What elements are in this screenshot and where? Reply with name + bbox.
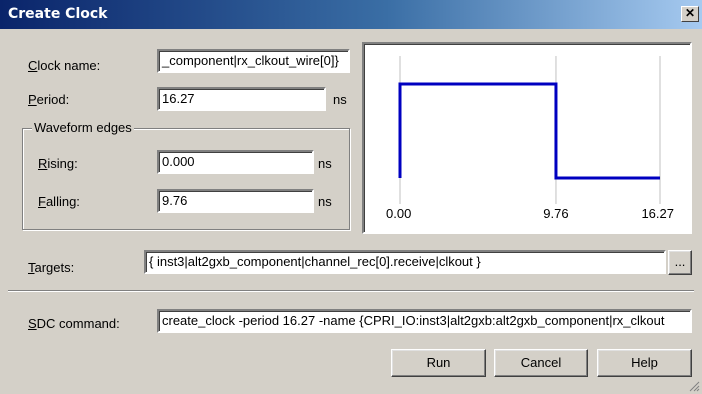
close-icon: ✕ xyxy=(684,6,696,20)
targets-input[interactable]: { inst3|alt2gxb_component|channel_rec[0]… xyxy=(144,250,666,274)
rising-input[interactable]: 0.000 xyxy=(157,150,314,174)
cancel-button[interactable]: Cancel xyxy=(494,349,588,377)
help-button[interactable]: Help xyxy=(597,349,692,377)
period-unit: ns xyxy=(333,92,347,107)
targets-browse-button[interactable]: ... xyxy=(668,250,692,275)
window-title: Create Clock xyxy=(8,6,108,22)
falling-input[interactable]: 9.76 xyxy=(157,189,314,213)
falling-label: Falling: xyxy=(38,194,80,209)
waveform-plot: 0.00 9.76 16.27 xyxy=(386,56,674,221)
sdc-command-input[interactable]: create_clock -period 16.27 -name {CPRI_I… xyxy=(157,309,692,333)
targets-label: Targets: xyxy=(28,260,75,275)
sdc-command-label: SDC command: xyxy=(28,316,120,331)
waveform-preview: 0.00 9.76 16.27 xyxy=(362,42,692,234)
period-input[interactable]: 16.27 xyxy=(157,87,326,111)
title-bar[interactable]: Create Clock ✕ xyxy=(0,0,702,29)
run-button[interactable]: Run xyxy=(391,349,486,377)
period-label: Period: xyxy=(28,92,70,107)
waveform-edges-title: Waveform edges xyxy=(32,120,134,135)
waveform-edges-group xyxy=(22,128,350,230)
tick-label-period: 16.27 xyxy=(641,206,674,221)
tick-label-falling: 9.76 xyxy=(543,206,568,221)
tick-label-rising: 0.00 xyxy=(386,206,411,221)
rising-unit: ns xyxy=(318,156,332,171)
clock-name-input[interactable]: _component|rx_clkout_wire[0]} xyxy=(157,49,350,73)
rising-label: Rising: xyxy=(38,156,78,171)
clock-name-label: Clock name: xyxy=(28,58,101,73)
separator xyxy=(8,290,694,292)
close-button[interactable]: ✕ xyxy=(681,6,699,22)
create-clock-dialog: Create Clock ✕ Clock name: _component|rx… xyxy=(0,0,702,394)
clock-waveform-line xyxy=(398,82,660,180)
falling-unit: ns xyxy=(318,194,332,209)
resize-grip-icon[interactable] xyxy=(688,380,700,392)
